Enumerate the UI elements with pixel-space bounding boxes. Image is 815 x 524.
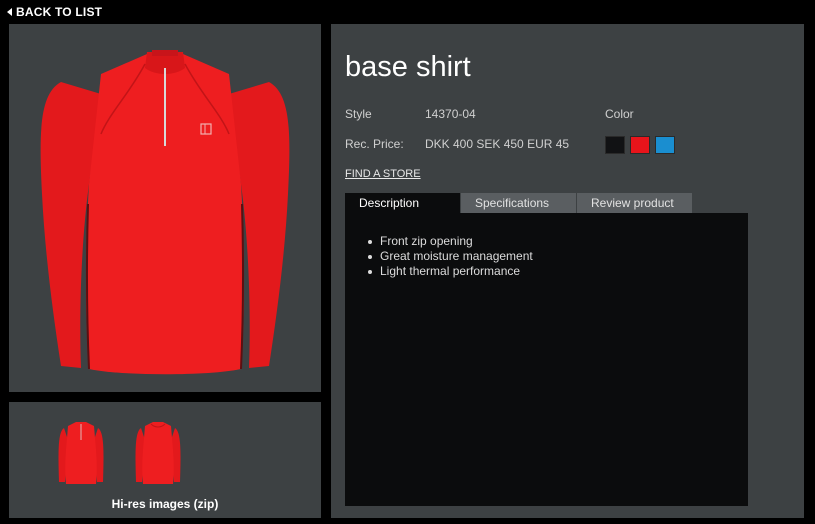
description-panel: Front zip opening Great moisture managem… xyxy=(345,213,748,506)
color-label: Color xyxy=(605,107,634,121)
list-item: Front zip opening xyxy=(366,234,533,249)
shirt-thumbnail-icon xyxy=(135,422,181,484)
main-product-image[interactable] xyxy=(9,24,321,392)
back-to-list-label: BACK TO LIST xyxy=(16,5,103,19)
tab-specifications[interactable]: Specifications xyxy=(461,193,576,213)
color-swatch-black[interactable] xyxy=(605,136,625,154)
thumbnail-back[interactable] xyxy=(133,420,183,488)
color-swatch-blue[interactable] xyxy=(655,136,675,154)
list-item: Light thermal performance xyxy=(366,264,533,279)
tab-description[interactable]: Description xyxy=(345,193,460,213)
description-list: Front zip opening Great moisture managem… xyxy=(366,234,533,279)
thumbnails-panel: Hi-res images (zip) xyxy=(9,402,321,518)
style-label: Style xyxy=(345,107,372,121)
list-item: Great moisture management xyxy=(366,249,533,264)
price-value: DKK 400 SEK 450 EUR 45 xyxy=(425,137,570,151)
shirt-thumbnail-icon xyxy=(58,422,104,484)
back-to-list-link[interactable]: BACK TO LIST xyxy=(7,5,102,19)
shirt-image xyxy=(40,50,290,375)
find-a-store-link[interactable]: FIND A STORE xyxy=(345,168,421,180)
style-value: 14370-04 xyxy=(425,107,476,121)
tab-review-product[interactable]: Review product xyxy=(577,193,692,213)
back-arrow-icon xyxy=(7,8,12,16)
hires-images-link[interactable]: Hi-res images (zip) xyxy=(9,497,321,511)
product-info-panel: base shirt Style 14370-04 Color Rec. Pri… xyxy=(331,24,804,518)
price-label: Rec. Price: xyxy=(345,137,404,151)
color-swatch-red[interactable] xyxy=(630,136,650,154)
thumbnail-front[interactable] xyxy=(56,420,106,488)
product-title: base shirt xyxy=(345,51,471,83)
top-bar: BACK TO LIST xyxy=(0,0,815,24)
